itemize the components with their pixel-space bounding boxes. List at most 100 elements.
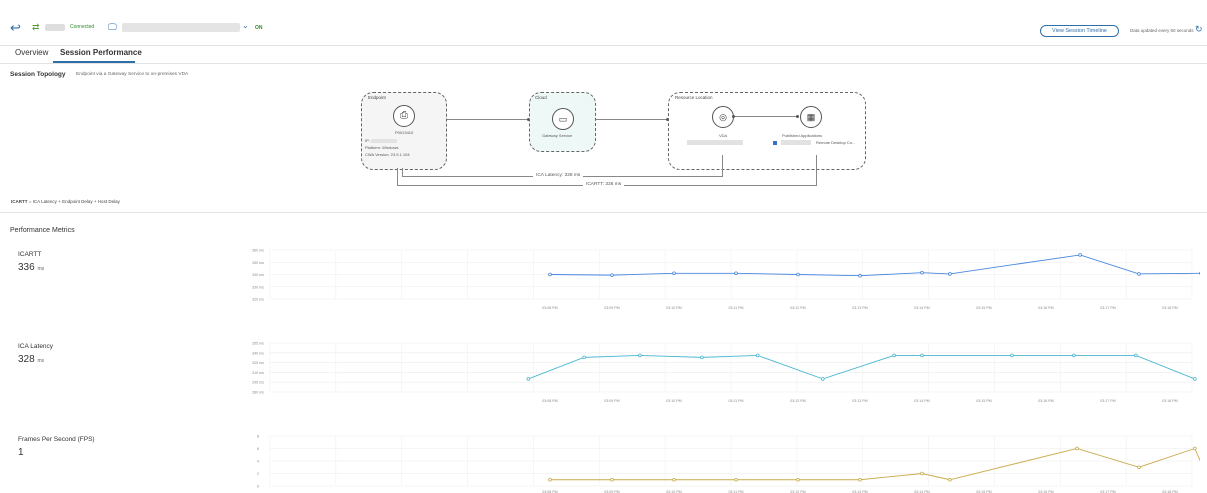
connector-vda-apps xyxy=(733,116,798,117)
data-point xyxy=(734,477,738,482)
metric-name-icartt: ICARTT xyxy=(18,251,42,258)
data-point xyxy=(820,377,825,381)
view-session-timeline-button[interactable]: View Session Timeline xyxy=(1040,25,1119,37)
x-tick-label: 03:15 PM xyxy=(976,306,991,310)
y-tick-label: 295 ms xyxy=(252,381,264,385)
y-tick-label: 2 xyxy=(257,472,259,476)
machine-name-redacted[interactable] xyxy=(122,23,240,32)
y-tick-label: 320 ms xyxy=(252,298,264,302)
endpoint-box: Endpoint ⎙ P0013410 IP: Platform: Window… xyxy=(361,92,447,170)
y-tick-label: 4 xyxy=(257,460,259,464)
y-tick-label: 280 ms xyxy=(252,391,264,395)
topology-title: Session Topology xyxy=(10,71,66,78)
ica-latency-label: ICA Latency: 328 ms xyxy=(533,173,584,178)
data-point xyxy=(796,272,800,277)
latency-bracket xyxy=(402,168,403,176)
update-info: Data updated every 60 seconds xyxy=(1130,28,1194,33)
tab-overview[interactable]: Overview xyxy=(15,48,48,57)
metric-value: 336 xyxy=(18,262,35,273)
connector-cloud-resource xyxy=(594,119,668,120)
published-apps-label: Published Applications xyxy=(782,133,823,138)
y-tick-label: 350 ms xyxy=(252,261,264,265)
resource-location-box: Resource Location ◎ ▦ VDA Published Appl… xyxy=(668,92,866,170)
x-tick-label: 03:12 PM xyxy=(790,306,805,310)
vda-label: VDA xyxy=(719,133,728,138)
y-tick-label: 310 ms xyxy=(252,371,264,375)
x-tick-label: 03:14 PM xyxy=(914,306,929,310)
published-apps-icon: ▦ xyxy=(800,106,822,128)
data-point xyxy=(948,272,952,276)
data-point xyxy=(1192,446,1197,451)
formula-endpoint-delay: Endpoint Delay xyxy=(62,199,93,204)
data-point xyxy=(582,355,586,360)
data-point xyxy=(1075,446,1079,451)
data-point xyxy=(700,355,704,360)
back-arrow-icon[interactable]: ↩ xyxy=(10,21,24,34)
formula-plus: + xyxy=(58,199,61,204)
data-point xyxy=(1192,377,1197,381)
x-tick-label: 03:08 PM xyxy=(542,306,557,310)
data-point xyxy=(1134,353,1138,358)
data-point xyxy=(920,270,924,275)
x-tick-label: 03:12 PM xyxy=(790,399,805,403)
connector-dot xyxy=(796,115,799,118)
data-point xyxy=(920,353,924,358)
metric-unit: ms xyxy=(37,358,45,364)
metric-value-icartt: 336 ms xyxy=(18,262,44,273)
gateway-icon: ▭ xyxy=(552,108,574,130)
tab-session-performance[interactable]: Session Performance xyxy=(60,48,142,57)
x-tick-label: 03:10 PM xyxy=(666,306,681,310)
icartt-formula: ICARTT = ICA Latency + Endpoint Delay + … xyxy=(11,199,120,204)
data-point xyxy=(948,477,952,482)
cloud-box: Cloud ▭ Gateway Service xyxy=(529,92,596,152)
vda-icon: ◎ xyxy=(712,106,734,128)
series-line xyxy=(549,254,1200,277)
y-tick-label: 340 ms xyxy=(252,273,264,277)
app-redacted xyxy=(781,140,811,145)
y-tick-label: 340 ms xyxy=(252,351,264,355)
resource-location-label: Resource Location xyxy=(675,95,713,100)
data-point xyxy=(1137,272,1141,276)
app-icon xyxy=(773,141,777,145)
power-status: ON xyxy=(255,25,263,31)
metric-value: 1 xyxy=(18,447,24,458)
metric-value-fps: 1 xyxy=(18,447,24,458)
header: ↩ ⇄ Connected 🖵 ⌄ ON View Session Timeli… xyxy=(0,0,1207,46)
icartt-bracket xyxy=(397,168,398,185)
vda-redacted xyxy=(687,140,743,145)
section-divider xyxy=(0,212,1207,213)
topology-description: Endpoint via a Gateway Service to on-pre… xyxy=(76,72,189,77)
gateway-service-label: Gateway Service xyxy=(542,133,573,138)
data-point xyxy=(1137,465,1141,470)
x-tick-label: 03:16 PM xyxy=(1038,399,1053,403)
x-tick-label: 03:14 PM xyxy=(914,399,929,403)
y-tick-label: 355 ms xyxy=(252,342,264,346)
data-point xyxy=(610,477,614,482)
data-point xyxy=(548,477,552,482)
x-tick-label: 03:17 PM xyxy=(1100,306,1115,310)
x-tick-label: 03:09 PM xyxy=(604,306,619,310)
series-line xyxy=(550,447,1200,481)
fps-chart: 8642003:08 PM 03:09 PM 03:10 PM 03:11 PM 03:… xyxy=(257,435,1200,493)
metric-value: 328 xyxy=(18,354,35,365)
data-point xyxy=(638,353,642,358)
endpoint-ip: IP: xyxy=(365,138,370,143)
icartt-bracket xyxy=(816,155,817,185)
refresh-icon[interactable]: ↻ xyxy=(1195,24,1203,35)
data-point xyxy=(672,477,676,482)
chevron-down-icon[interactable]: ⌄ xyxy=(242,21,249,30)
x-tick-label: 03:13 PM xyxy=(852,399,867,403)
y-tick-label: 360 ms xyxy=(252,249,264,253)
connection-icon: ⇄ xyxy=(32,22,40,32)
y-tick-label: 0 xyxy=(257,485,259,489)
data-point xyxy=(734,271,738,276)
data-point xyxy=(755,353,760,358)
data-point xyxy=(796,477,800,482)
data-point xyxy=(1010,353,1014,358)
data-point xyxy=(858,477,862,482)
connector-endpoint-cloud xyxy=(445,119,529,120)
formula-icartt: ICARTT xyxy=(11,199,28,204)
cloud-label: Cloud xyxy=(535,95,547,100)
formula-eq: = xyxy=(28,199,32,204)
endpoint-device-icon: ⎙ xyxy=(393,105,415,127)
